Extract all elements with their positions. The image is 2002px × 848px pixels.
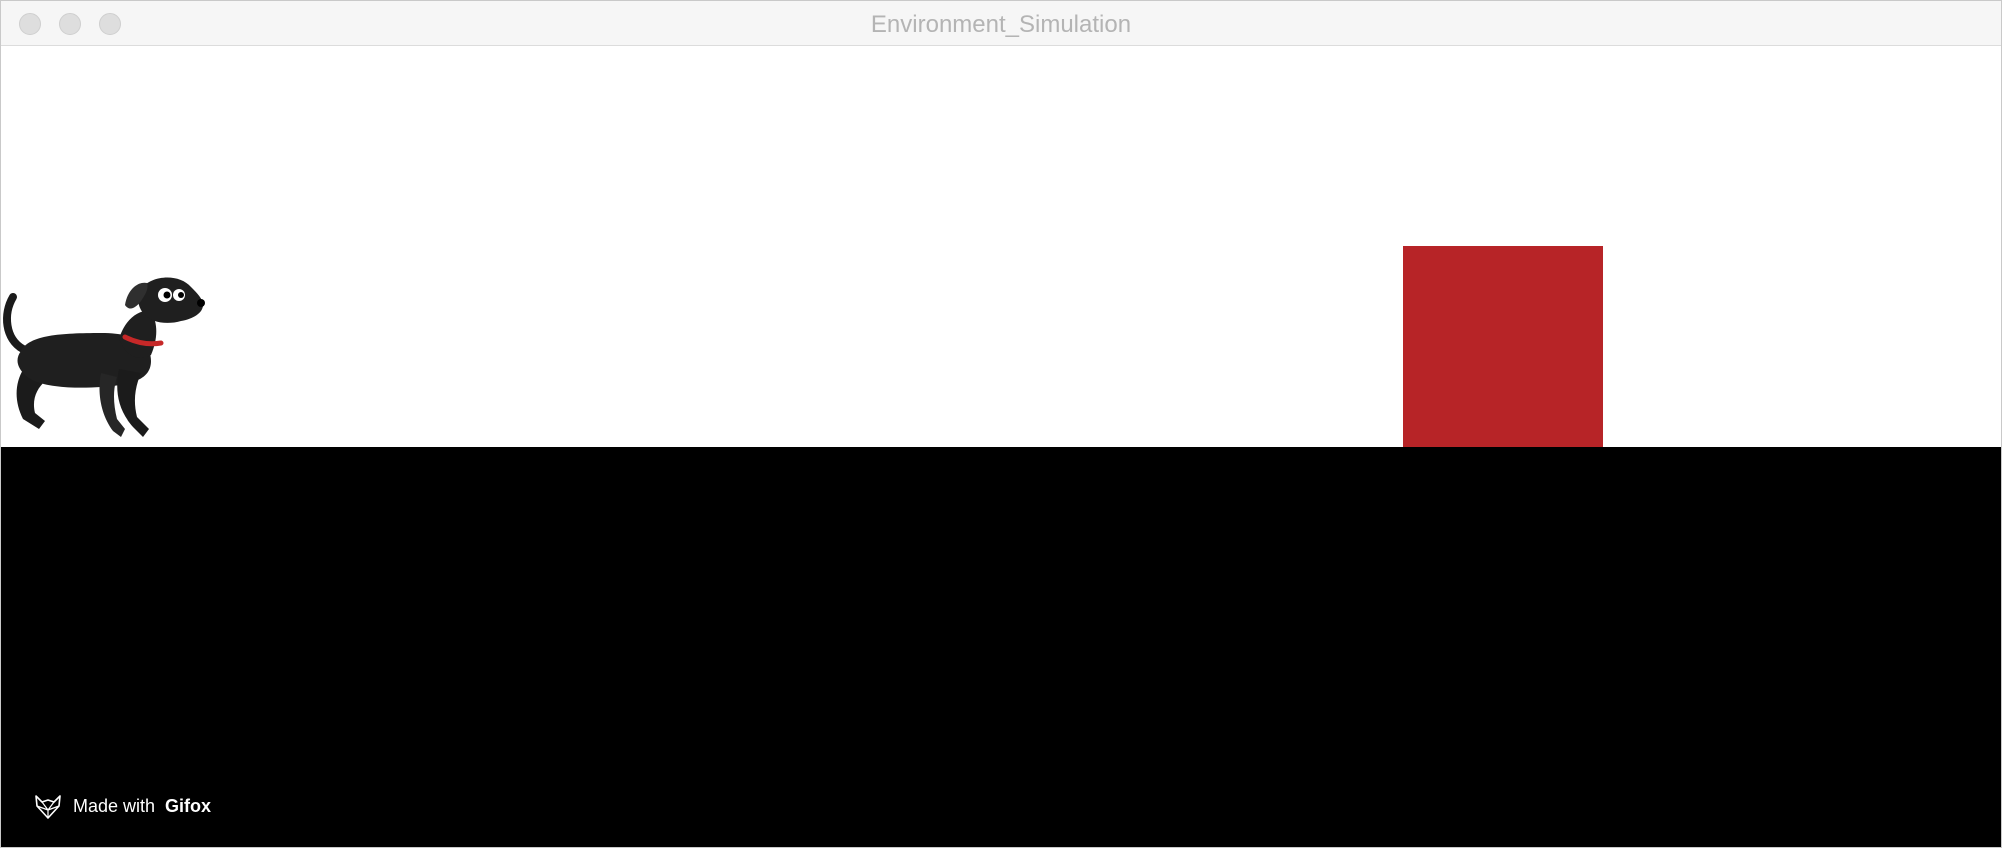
gifox-watermark: Made with Gifox: [33, 791, 211, 821]
dog-icon: [3, 277, 205, 437]
gifox-fox-icon: [35, 795, 61, 819]
title-bar[interactable]: Environment_Simulation: [1, 1, 2001, 46]
obstacle-rect: [1403, 246, 1603, 447]
watermark-brand: Gifox: [165, 795, 212, 816]
ground-strip: [1, 447, 2001, 847]
simulation-canvas: [1, 46, 2001, 447]
simulation-window: Environment_Simulation Made with Gifox: [0, 0, 2002, 848]
watermark-prefix: Made with: [73, 795, 156, 816]
red-obstacle-block: [1403, 246, 1603, 447]
window-title: Environment_Simulation: [870, 11, 1132, 38]
